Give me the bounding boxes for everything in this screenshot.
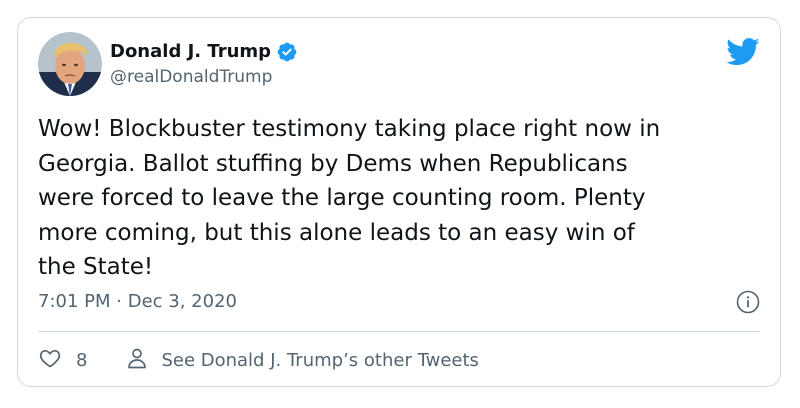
verified-badge-icon xyxy=(276,41,298,63)
timestamp-separator: · xyxy=(116,291,122,312)
author-name-row[interactable]: Donald J. Trump xyxy=(110,40,298,64)
person-icon xyxy=(125,346,149,375)
like-count[interactable]: 8 xyxy=(76,350,87,371)
tweet-card: Donald J. Trump @realDonaldTrump Wow! Bl… xyxy=(17,17,781,387)
avatar-image xyxy=(38,32,102,96)
tweet-text: Wow! Blockbuster testimony taking place … xyxy=(38,116,661,280)
tweet-time[interactable]: 7:01 PM xyxy=(38,291,111,312)
info-icon[interactable] xyxy=(736,290,760,314)
like-button[interactable]: 8 xyxy=(38,346,87,375)
tweet-date[interactable]: Dec 3, 2020 xyxy=(128,291,237,312)
other-tweets-link[interactable]: See Donald J. Trump’s other Tweets xyxy=(125,346,479,375)
author-display-name[interactable]: Donald J. Trump xyxy=(110,40,271,64)
twitter-bird-icon[interactable] xyxy=(726,38,760,66)
heart-icon xyxy=(38,346,62,375)
avatar[interactable] xyxy=(38,32,102,96)
tweet-actions: 8 See Donald J. Trump’s other Tweets xyxy=(38,345,479,375)
other-tweets-label[interactable]: See Donald J. Trump’s other Tweets xyxy=(161,350,478,371)
divider xyxy=(38,331,760,332)
tweet-timestamp[interactable]: 7:01 PM · Dec 3, 2020 xyxy=(38,290,237,314)
author-handle[interactable]: @realDonaldTrump xyxy=(110,66,272,88)
